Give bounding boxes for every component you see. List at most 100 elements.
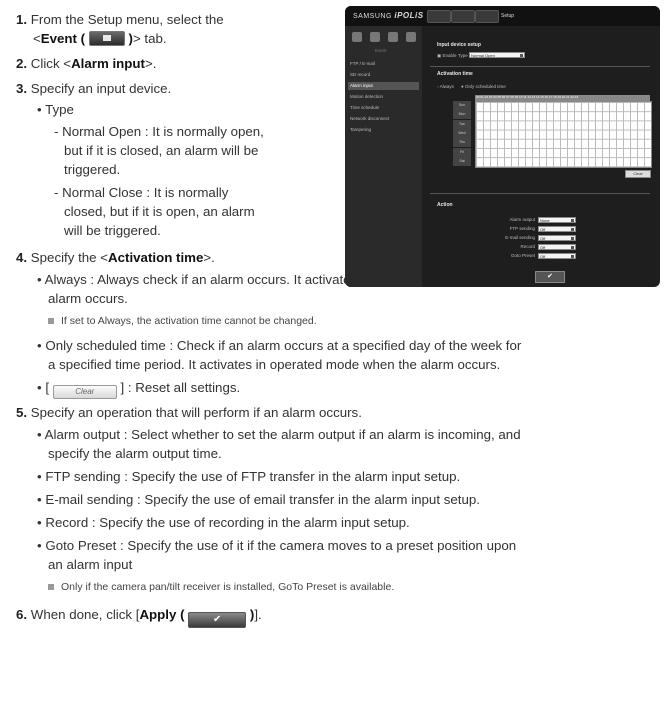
always-label: Always: [439, 84, 454, 89]
sidebar-item-network-disconnect[interactable]: Network disconnect: [348, 115, 419, 123]
step-text-tail: >.: [144, 56, 157, 71]
item-text: FTP sending : Specify the use of FTP tra…: [45, 469, 461, 484]
playback-tab-icon[interactable]: [451, 10, 475, 23]
event-icon[interactable]: [388, 32, 398, 42]
step-1-line-2: <Event ( )> tab.: [33, 29, 167, 48]
record-label: Record: [520, 244, 535, 249]
sched-l2: a specified time period. It activates in…: [48, 357, 501, 372]
activation-header: Activation time: [437, 71, 473, 77]
setup-screenshot: SAMSUNG iPOLiS Setup Event FTP / E-mail …: [345, 6, 660, 287]
alarm-output-label: Alarm output: [509, 217, 535, 222]
setup-tab-icon[interactable]: [475, 10, 499, 23]
step-number: 6.: [16, 607, 28, 622]
day-label: Wed: [453, 128, 471, 138]
record-select[interactable]: Off: [538, 244, 576, 250]
always-l2: alarm occurs.: [48, 291, 128, 306]
enable-checkbox[interactable]: ▣ Enable: [437, 53, 457, 59]
scheduled-radio[interactable]: ● Only scheduled time: [461, 84, 506, 89]
sidebar-item-tampering[interactable]: Tampering: [348, 126, 419, 134]
alarm-input-label: Alarm input: [71, 56, 145, 71]
day-label: Thu: [453, 138, 471, 148]
step-text-tail: > tab.: [132, 31, 167, 46]
step-text: When done, click [: [30, 607, 140, 622]
step-number: 4.: [16, 250, 28, 265]
note-text: If set to Always, the activation time ca…: [61, 315, 317, 327]
day-label: Sun: [453, 101, 471, 110]
alarm-output-l1: • Alarm output : Select whether to set t…: [37, 427, 521, 442]
video-icon[interactable]: [352, 32, 362, 42]
logo-prefix: SAMSUNG: [353, 13, 392, 20]
note-text: Only if the camera pan/tilt receiver is …: [61, 581, 395, 593]
normal-close-l3: will be triggered.: [64, 223, 161, 238]
enable-label: Enable: [442, 53, 457, 58]
clear-button[interactable]: Clear: [625, 170, 651, 178]
record: • Record : Specify the use of recording …: [37, 515, 410, 530]
setup-tab-label: Setup: [501, 13, 515, 19]
step-number: 3.: [16, 81, 28, 96]
email-sending-select[interactable]: Off: [538, 235, 576, 241]
ftp-sending-select[interactable]: Off: [538, 226, 576, 232]
step-number: 2.: [16, 56, 28, 71]
top-bar: SAMSUNG iPOLiS Setup: [345, 6, 660, 26]
apply-label: Apply (: [139, 607, 185, 622]
step-text: Specify an input device.: [30, 81, 172, 96]
alarm-output-l2: specify the alarm output time.: [48, 446, 222, 461]
item-text: Alarm output : Select whether to set the…: [44, 427, 521, 442]
apply-button-image: ✔: [188, 612, 247, 628]
step-number: 1.: [16, 12, 28, 27]
alarm-output-select[interactable]: None: [538, 217, 576, 223]
clear-button-image: Clear: [52, 385, 117, 399]
day-label: Mon: [453, 110, 471, 120]
goto-preset-l2: an alarm input: [48, 557, 133, 572]
normal-open-l3: triggered.: [64, 162, 121, 177]
sched-text: Only scheduled time : Check if an alarm …: [45, 338, 522, 353]
clear-line: • [ Clear ] : Reset all settings.: [37, 378, 240, 399]
sidebar-group-label: Event: [375, 48, 387, 53]
sidebar-item-motion-detection[interactable]: Motion detection: [348, 93, 419, 101]
goto-note: Only if the camera pan/tilt receiver is …: [48, 578, 394, 597]
clear-text: ] : Reset all settings.: [120, 380, 241, 395]
step-number: 5.: [16, 405, 28, 420]
normal-close-l1: - Normal Close : It is normally: [54, 185, 229, 200]
email-sending-label: E-mail sending: [505, 235, 535, 240]
bracket-open: [: [45, 380, 50, 395]
day-label: Sat: [453, 156, 471, 166]
event-label: Event (: [40, 31, 86, 46]
sidebar: Event FTP / E-mail SD record Alarm input…: [345, 26, 422, 287]
sidebar-item-sd-record[interactable]: SD record: [348, 71, 419, 79]
item-text: E-mail sending : Specify the use of emai…: [45, 492, 480, 507]
type-select[interactable]: Normal Open: [469, 52, 525, 58]
divider: [430, 193, 650, 194]
sched-l1: • Only scheduled time : Check if an alar…: [37, 338, 522, 353]
activation-time-label: Activation time: [108, 250, 204, 265]
type-label: Type: [458, 53, 468, 58]
bullet-type: • Type: [37, 102, 74, 117]
type-label: Type: [45, 102, 74, 117]
sidebar-item-alarm-input[interactable]: Alarm input: [348, 82, 419, 90]
step-text: Specify an operation that will perform i…: [30, 405, 362, 420]
goto-preset-l1: • Goto Preset : Specify the use of it if…: [37, 538, 517, 553]
step-text: Specify the <: [30, 250, 109, 265]
monitor-tab-icon[interactable]: [427, 10, 451, 23]
always-radio[interactable]: ◦ Always: [437, 84, 454, 89]
step-text: Click <: [30, 56, 72, 71]
apply-button[interactable]: ✔: [535, 271, 565, 283]
step-5: 5. Specify an operation that will perfor…: [16, 403, 362, 422]
step-text-tail: ].: [254, 607, 262, 622]
step-1-line-1: 1. From the Setup menu, select the: [16, 10, 224, 29]
step-3: 3. Specify an input device.: [16, 79, 171, 98]
normal-open-l1: - Normal Open : It is normally open,: [54, 124, 264, 139]
ftp-sending-label: FTP sending: [509, 226, 535, 231]
goto-preset-select[interactable]: Off: [538, 253, 576, 259]
day-label: Tue: [453, 119, 471, 129]
day-label: Fri: [453, 147, 471, 157]
system-icon[interactable]: [406, 32, 416, 42]
logo-brand: iPOLiS: [394, 11, 424, 20]
sidebar-item-time-schedule[interactable]: Time schedule: [348, 104, 419, 112]
schedule-grid[interactable]: [475, 101, 652, 168]
network-icon[interactable]: [370, 32, 380, 42]
bracket-open: <: [33, 31, 41, 46]
step-text-tail: >.: [203, 250, 215, 265]
sidebar-item-ftp-email[interactable]: FTP / E-mail: [348, 60, 419, 68]
normal-open-l2: but if it is closed, an alarm will be: [64, 143, 259, 158]
